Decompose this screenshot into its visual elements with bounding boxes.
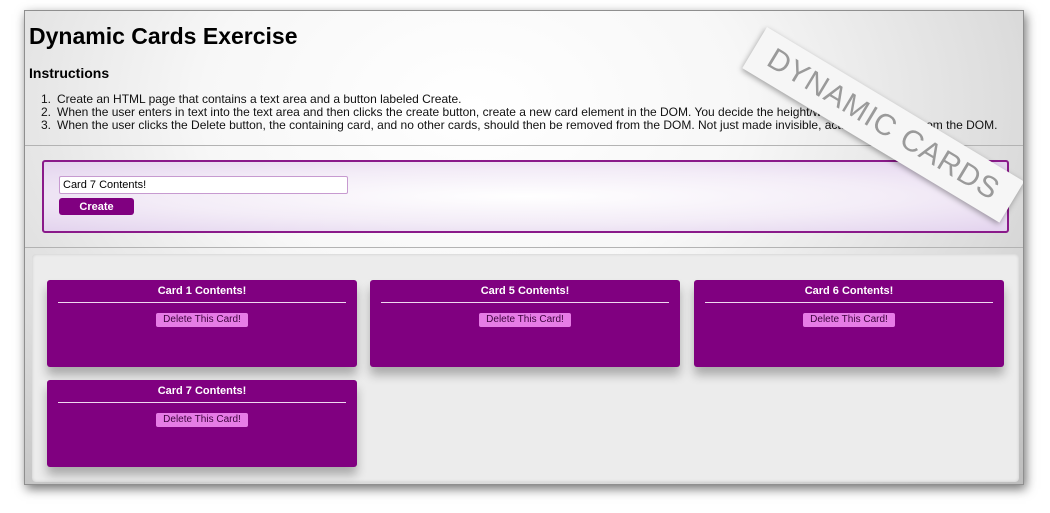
card-title: Card 1 Contents!	[58, 285, 346, 303]
delete-card-button[interactable]: Delete This Card!	[803, 313, 895, 327]
card-title: Card 6 Contents!	[705, 285, 993, 303]
card: Card 7 Contents! Delete This Card!	[47, 380, 357, 467]
card-text-input[interactable]	[59, 176, 348, 194]
card-title: Card 7 Contents!	[58, 385, 346, 403]
card: Card 5 Contents! Delete This Card!	[370, 280, 680, 367]
delete-card-button[interactable]: Delete This Card!	[156, 313, 248, 327]
delete-card-button[interactable]: Delete This Card!	[156, 413, 248, 427]
divider	[25, 247, 1023, 248]
cards-container: Card 1 Contents! Delete This Card! Card …	[32, 254, 1019, 482]
card: Card 6 Contents! Delete This Card!	[694, 280, 1004, 367]
delete-card-button[interactable]: Delete This Card!	[479, 313, 571, 327]
create-card-form: Create	[42, 160, 1009, 233]
card-title: Card 5 Contents!	[381, 285, 669, 303]
instructions-heading: Instructions	[29, 65, 110, 81]
card: Card 1 Contents! Delete This Card!	[47, 280, 357, 367]
browser-window: Dynamic Cards Exercise Instructions 1. Cr…	[24, 10, 1024, 485]
create-button[interactable]: Create	[59, 198, 134, 215]
page-title: Dynamic Cards Exercise	[29, 23, 298, 49]
